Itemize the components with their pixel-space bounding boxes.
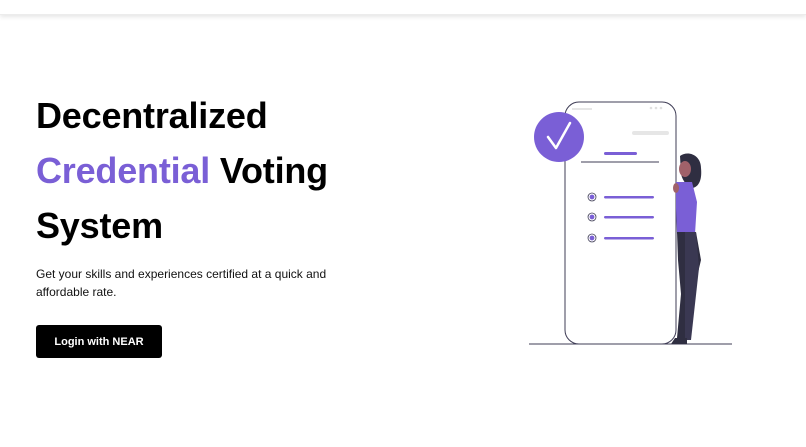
hero-title: Decentralized Credential Voting System bbox=[36, 88, 396, 253]
hero-subtitle: Get your skills and experiences certifie… bbox=[36, 267, 327, 299]
voting-illustration bbox=[529, 101, 732, 345]
hero-title-line1: Decentralized bbox=[36, 95, 268, 136]
hero-title-line3: System bbox=[36, 205, 163, 246]
top-navbar bbox=[0, 0, 806, 15]
hero-title-voting: Voting bbox=[219, 150, 328, 191]
login-with-near-button[interactable]: Login with NEAR bbox=[36, 325, 162, 358]
hero-title-accent: Credential bbox=[36, 150, 211, 191]
checkmark-badge-icon bbox=[534, 112, 584, 162]
